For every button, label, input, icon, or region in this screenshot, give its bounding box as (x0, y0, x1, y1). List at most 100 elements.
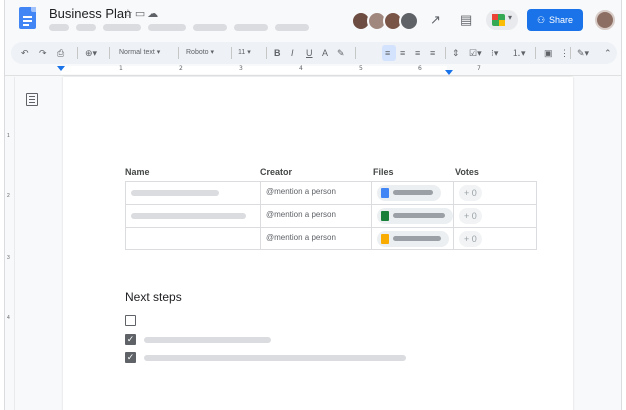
ruler-number: 4 (7, 315, 10, 321)
docs-file-icon (381, 188, 389, 198)
document-title[interactable]: Business Plan (49, 6, 131, 21)
creator-cell[interactable]: @mention a person (260, 205, 371, 227)
activity-trend-icon[interactable]: ↗ (430, 12, 441, 28)
column-header-creator: Creator (260, 167, 293, 177)
menu-item-format[interactable] (193, 24, 227, 31)
highlight-icon[interactable]: ✎ (337, 47, 345, 59)
docs-app-window: Business Plan ☆▭☁ ↗ ▤ ▾ ⚇ Share ↶ ↷ ⎙ ⊕▾… (4, 0, 622, 410)
collapse-toolbar-icon[interactable]: ⌃ (604, 47, 612, 59)
bulleted-list-icon[interactable]: ⁝▾ (491, 47, 498, 59)
bold-icon[interactable]: B (274, 47, 281, 59)
name-cell[interactable] (125, 182, 260, 204)
formatting-toolbar: ↶ ↷ ⎙ ⊕▾ Normal text ▾ Roboto ▾ 11 ▾ B I… (11, 42, 617, 64)
slides-file-icon (381, 234, 389, 244)
font-family-select[interactable]: Roboto ▾ (186, 47, 214, 59)
insert-image-icon[interactable]: ▣ (544, 47, 553, 59)
vote-chip[interactable]: + 0 (459, 208, 482, 224)
votes-cell[interactable]: + 0 (453, 182, 537, 204)
file-chip[interactable] (377, 208, 453, 224)
italic-icon[interactable]: I (291, 47, 294, 59)
menu-item-file[interactable] (49, 24, 69, 31)
editing-mode-icon[interactable]: ✎▾ (577, 47, 589, 59)
user-avatar[interactable] (595, 10, 615, 30)
avatar[interactable] (399, 11, 419, 31)
checkbox[interactable] (125, 315, 136, 326)
name-cell[interactable] (125, 205, 260, 227)
vertical-ruler[interactable]: 1 2 3 4 (5, 77, 15, 410)
align-left-icon[interactable]: ≡ (385, 47, 390, 59)
paragraph-style-select[interactable]: Normal text ▾ (119, 47, 160, 59)
sheets-file-icon (381, 211, 389, 221)
ruler-number: 4 (299, 65, 303, 72)
files-cell[interactable] (371, 182, 453, 204)
menu-item-edit[interactable] (76, 24, 96, 31)
document-page[interactable]: Name Creator Files Votes @mention a pers… (63, 77, 573, 410)
cloud-saved-icon[interactable]: ☁ (147, 8, 160, 20)
redo-icon[interactable]: ↷ (39, 47, 47, 59)
vote-chip[interactable]: + 0 (459, 231, 482, 247)
checkbox-checked[interactable]: ✓ (125, 334, 136, 345)
name-placeholder (131, 213, 246, 219)
share-button[interactable]: ⚇ Share (527, 9, 583, 31)
mention-chip[interactable]: @mention a person (266, 233, 336, 242)
chevron-down-icon: ▾ (508, 13, 513, 22)
votes-cell[interactable]: + 0 (453, 205, 537, 227)
line-spacing-icon[interactable]: ⇕ (452, 47, 460, 59)
files-cell[interactable] (371, 228, 453, 250)
ruler-number: 6 (418, 65, 422, 72)
ruler-number: 7 (477, 65, 481, 72)
mention-chip[interactable]: @mention a person (266, 210, 336, 219)
align-center-icon[interactable]: ≡ (400, 47, 405, 59)
menu-item-insert[interactable] (148, 24, 186, 31)
ruler-number: 3 (7, 255, 10, 261)
ruler-number: 1 (7, 133, 10, 139)
font-size-select[interactable]: 11 ▾ (238, 47, 251, 59)
file-chip[interactable] (377, 185, 441, 201)
comment-icon[interactable]: ▤ (460, 12, 472, 28)
more-options-icon[interactable]: ⋮ (560, 47, 569, 59)
menu-item-view[interactable] (103, 24, 141, 31)
ruler-number: 2 (179, 65, 183, 72)
ruler-number: 2 (7, 193, 10, 199)
creator-cell[interactable]: @mention a person (260, 182, 371, 204)
print-icon[interactable]: ⎙ (57, 47, 64, 59)
text-color-icon[interactable]: A (322, 47, 328, 59)
votes-cell[interactable]: + 0 (453, 228, 537, 250)
undo-icon[interactable]: ↶ (21, 47, 29, 59)
menu-bar (49, 24, 309, 31)
creator-cell[interactable]: @mention a person (260, 228, 371, 250)
column-header-files: Files (373, 167, 394, 177)
right-indent-marker[interactable] (445, 70, 453, 75)
menu-item-tools[interactable] (234, 24, 268, 31)
file-chip[interactable] (377, 231, 449, 247)
meet-icon (492, 14, 505, 26)
vote-chip[interactable]: + 0 (459, 185, 482, 201)
checklist-icon[interactable]: ☑▾ (469, 47, 482, 59)
checklist-text-placeholder (144, 337, 271, 343)
ruler-number: 5 (359, 65, 363, 72)
name-cell[interactable] (125, 228, 260, 250)
numbered-list-icon[interactable]: ⒈▾ (512, 47, 526, 59)
move-folder-icon[interactable]: ▭ (135, 8, 147, 20)
justify-icon[interactable]: ≡ (430, 47, 435, 59)
files-cell[interactable] (371, 205, 453, 227)
menu-item-help[interactable] (275, 24, 309, 31)
underline-icon[interactable]: U (306, 47, 313, 59)
project-table: Name Creator Files Votes @mention a pers… (125, 165, 537, 250)
mention-chip[interactable]: @mention a person (266, 187, 336, 196)
share-label: Share (549, 15, 574, 25)
zoom-icon[interactable]: ⊕▾ (85, 47, 97, 59)
collaborator-avatars (351, 11, 419, 31)
align-right-icon[interactable]: ≡ (415, 47, 420, 59)
share-people-icon: ⚇ (536, 14, 546, 25)
checkbox-checked[interactable]: ✓ (125, 352, 136, 363)
left-indent-marker[interactable] (57, 66, 65, 71)
meet-button[interactable]: ▾ (486, 10, 518, 30)
top-header: Business Plan ☆▭☁ ↗ ▤ ▾ ⚇ Share (5, 0, 621, 40)
table-row: @mention a person + 0 (125, 204, 537, 227)
horizontal-ruler[interactable]: 1 2 3 4 5 6 7 (5, 64, 621, 76)
document-outline-icon[interactable] (26, 93, 38, 106)
star-icon[interactable]: ☆ (123, 8, 135, 20)
checklist-text-placeholder (144, 355, 406, 361)
docs-logo-icon[interactable] (19, 7, 36, 29)
